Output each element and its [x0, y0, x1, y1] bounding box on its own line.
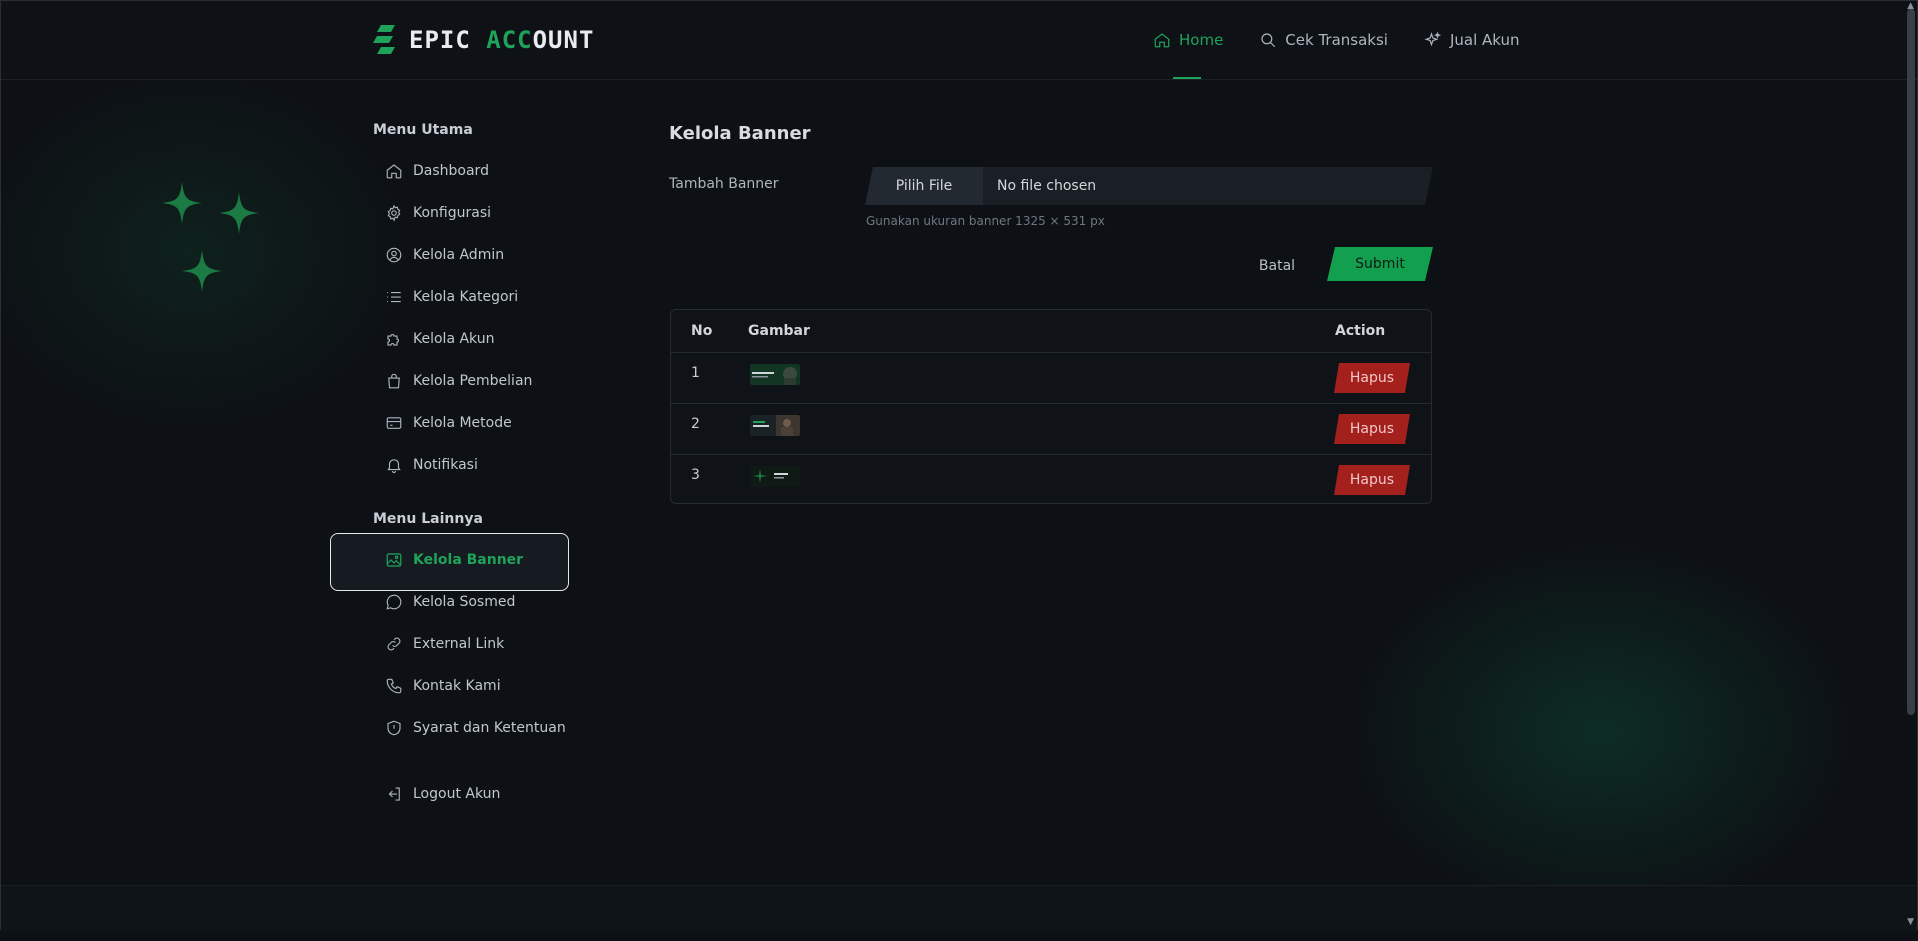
sidebar-item-label: Kelola Banner: [413, 552, 524, 568]
puzzle-icon: [387, 334, 399, 346]
nav-cek-transaksi[interactable]: Cek Transaksi: [1259, 1, 1388, 79]
sidebar-item-kontak-kami[interactable]: Kontak Kami: [385, 673, 501, 699]
sidebar-item-kelola-admin[interactable]: Kelola Admin: [385, 242, 504, 268]
table-row: 1 Hapus: [671, 352, 1431, 404]
sidebar-item-konfigurasi[interactable]: Konfigurasi: [385, 200, 491, 226]
shield-icon: [387, 720, 401, 736]
banner-thumbnail: [750, 364, 800, 385]
tambah-banner-label: Tambah Banner: [669, 176, 779, 192]
table-row: 3 Hapus: [671, 454, 1431, 506]
sidebar-item-kelola-sosmed[interactable]: Kelola Sosmed: [385, 589, 515, 615]
column-header-no: No: [691, 323, 713, 339]
sidebar-item-label: External Link: [413, 636, 505, 652]
nav-home-label: Home: [1179, 31, 1224, 49]
page-scrollbar[interactable]: [1907, 9, 1915, 715]
column-header-action: Action: [1335, 323, 1386, 339]
home-icon: [1154, 33, 1170, 48]
sidebar-item-label: Kelola Akun: [413, 331, 495, 347]
choose-file-button[interactable]: Pilih File: [865, 167, 983, 205]
banner-size-hint: Gunakan ukuran banner 1325 × 531 px: [866, 214, 1105, 228]
sidebar-item-logout[interactable]: Logout Akun: [385, 781, 500, 807]
nav-jual-akun-label: Jual Akun: [1449, 31, 1520, 49]
sidebar-item-kelola-metode[interactable]: Kelola Metode: [385, 410, 512, 436]
row-number: 3: [691, 467, 700, 483]
list-icon: [387, 291, 401, 303]
banner-thumbnail: [750, 466, 800, 487]
logo-mark-icon: [373, 25, 395, 54]
search-icon: [1261, 33, 1276, 48]
column-header-gambar: Gambar: [748, 323, 810, 339]
sidebar-item-kelola-banner[interactable]: Kelola Banner: [385, 547, 523, 573]
link-icon: [387, 637, 401, 651]
sparkle-icon: [1424, 31, 1441, 47]
row-number: 2: [691, 416, 700, 432]
submit-button[interactable]: Submit: [1327, 247, 1433, 281]
chat-icon: [386, 594, 402, 610]
table-row: 2 Hapus: [671, 403, 1431, 455]
sidebar-item-kelola-pembelian[interactable]: Kelola Pembelian: [385, 368, 532, 394]
scroll-down-arrow-icon[interactable]: ▼: [1907, 917, 1914, 927]
page-title: Kelola Banner: [669, 123, 811, 144]
sidebar-item-label: Kelola Pembelian: [413, 373, 533, 389]
sparkle-decoration-icon: [182, 250, 222, 292]
shopping-bag-icon: [388, 373, 400, 389]
sidebar-item-notifikasi[interactable]: Notifikasi: [385, 452, 478, 478]
sidebar-item-label: Syarat dan Ketentuan: [413, 720, 566, 736]
sidebar-item-label: Konfigurasi: [413, 205, 492, 221]
sidebar-section-main-title: Menu Utama: [373, 122, 473, 138]
sidebar-item-kelola-akun[interactable]: Kelola Akun: [385, 326, 494, 352]
banner-thumbnail: [750, 415, 800, 436]
file-name-text: No file chosen: [997, 178, 1097, 194]
logout-icon: [388, 787, 400, 801]
sidebar-item-label: Notifikasi: [413, 457, 478, 473]
sidebar-item-external-link[interactable]: External Link: [385, 631, 504, 657]
sparkle-decoration-icon: [219, 192, 259, 234]
sidebar-item-syarat-ketentuan[interactable]: Syarat dan Ketentuan: [385, 715, 566, 741]
delete-button[interactable]: Hapus: [1334, 414, 1410, 444]
sidebar-item-label: Kelola Metode: [413, 415, 512, 431]
sidebar-item-label: Logout Akun: [413, 786, 501, 802]
sidebar-item-label: Kelola Admin: [413, 247, 505, 263]
user-circle-icon: [386, 247, 402, 263]
nav-cek-transaksi-label: Cek Transaksi: [1285, 31, 1388, 49]
delete-button[interactable]: Hapus: [1334, 465, 1410, 495]
credit-card-icon: [386, 417, 402, 429]
brand-name: EPIC ACCOUNT: [409, 26, 595, 54]
sidebar-item-dashboard[interactable]: Dashboard: [385, 158, 489, 184]
banner-table: No Gambar Action 1 Hapus 2 Hapus 3 Hapus: [670, 309, 1432, 504]
sidebar-item-label: Kontak Kami: [413, 678, 501, 694]
nav-jual-akun[interactable]: Jual Akun: [1424, 1, 1520, 79]
sidebar-section-other-title: Menu Lainnya: [373, 511, 483, 527]
phone-icon: [386, 678, 402, 694]
gear-icon: [387, 204, 401, 222]
row-number: 1: [691, 365, 700, 381]
top-header: EPIC ACCOUNT Home Cek Transaksi Jual Aku…: [1, 1, 1917, 80]
home-icon: [386, 164, 402, 179]
sidebar-item-label: Kelola Kategori: [413, 289, 519, 305]
banner-file-input[interactable]: Pilih File No file chosen: [865, 167, 1433, 205]
cancel-button[interactable]: Batal: [1249, 251, 1305, 281]
nav-home[interactable]: Home: [1153, 1, 1223, 79]
image-icon: [386, 553, 402, 567]
delete-button[interactable]: Hapus: [1334, 363, 1410, 393]
top-nav: Home Cek Transaksi Jual Akun: [1153, 1, 1520, 79]
sidebar-item-label: Dashboard: [413, 163, 489, 179]
background-glow-right: [1321, 521, 1881, 941]
brand-logo[interactable]: EPIC ACCOUNT: [373, 25, 594, 55]
sidebar-item-kelola-kategori[interactable]: Kelola Kategori: [385, 284, 518, 310]
sparkle-decoration-icon: [162, 182, 202, 224]
footer: [1, 885, 1917, 932]
sidebar-item-label: Kelola Sosmed: [413, 594, 516, 610]
bell-icon: [387, 459, 401, 473]
